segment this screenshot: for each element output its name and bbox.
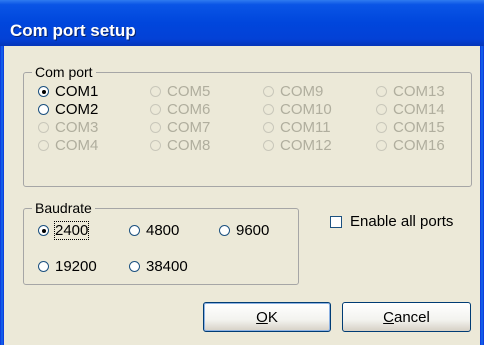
radio-com16: COM16 xyxy=(376,137,445,154)
radio-label: COM8 xyxy=(167,137,211,154)
radio-baud-4800[interactable]: 4800 xyxy=(129,222,179,239)
radio-com3: COM3 xyxy=(38,119,98,136)
radio-button-icon xyxy=(129,225,140,236)
radio-label: COM10 xyxy=(280,101,332,118)
window-frame-right xyxy=(480,46,484,345)
checkbox-unchecked-icon xyxy=(330,215,342,228)
radio-label: 38400 xyxy=(146,258,188,275)
ok-label-rest: K xyxy=(267,308,278,326)
com-port-group-label: Com port xyxy=(32,64,96,80)
radio-button-icon xyxy=(376,104,387,115)
ok-accelerator: O xyxy=(256,308,268,326)
radio-com13: COM13 xyxy=(376,83,445,100)
radio-button-icon xyxy=(150,86,161,97)
radio-label: 9600 xyxy=(236,222,270,239)
radio-button-icon xyxy=(376,86,387,97)
radio-button-icon xyxy=(263,104,274,115)
radio-button-icon xyxy=(150,122,161,133)
radio-baud-38400[interactable]: 38400 xyxy=(129,258,188,275)
radio-button-icon xyxy=(38,140,49,151)
radio-label: COM7 xyxy=(167,119,211,136)
radio-label: COM4 xyxy=(55,137,99,154)
radio-button-checked-icon xyxy=(38,86,49,97)
enable-all-ports-label: Enable all ports xyxy=(350,213,454,230)
radio-label: COM16 xyxy=(393,137,445,154)
radio-button-icon xyxy=(376,122,387,133)
radio-com6: COM6 xyxy=(150,101,210,118)
radio-label: 19200 xyxy=(55,258,97,275)
radio-button-icon xyxy=(38,261,49,272)
radio-label: COM9 xyxy=(280,83,324,100)
radio-button-icon xyxy=(38,104,49,115)
radio-button-icon xyxy=(263,140,274,151)
radio-button-icon xyxy=(150,140,161,151)
radio-baud-9600[interactable]: 9600 xyxy=(219,222,269,239)
radio-com10: COM10 xyxy=(263,101,332,118)
radio-label: COM1 xyxy=(55,83,99,100)
radio-label: COM5 xyxy=(167,83,211,100)
radio-button-icon xyxy=(150,104,161,115)
cancel-button[interactable]: Cancel xyxy=(342,302,471,332)
radio-com5: COM5 xyxy=(150,83,210,100)
com-port-group: Com port COM1 COM2 COM3 COM4 COM5 COM6 C… xyxy=(23,64,472,187)
radio-label: COM3 xyxy=(55,119,99,136)
radio-com15: COM15 xyxy=(376,119,445,136)
radio-label: COM6 xyxy=(167,101,211,118)
radio-button-checked-icon xyxy=(38,225,49,236)
radio-com9: COM9 xyxy=(263,83,323,100)
radio-com8: COM8 xyxy=(150,137,210,154)
radio-button-icon xyxy=(376,140,387,151)
radio-label: COM14 xyxy=(393,101,445,118)
radio-com1[interactable]: COM1 xyxy=(38,83,98,100)
radio-button-icon xyxy=(263,122,274,133)
cancel-label-rest: ancel xyxy=(393,308,430,326)
radio-com14: COM14 xyxy=(376,101,445,118)
radio-button-icon xyxy=(38,122,49,133)
ok-button[interactable]: OK xyxy=(203,302,331,332)
enable-all-ports-checkbox[interactable]: Enable all ports xyxy=(330,213,453,230)
baudrate-group: Baudrate 2400 4800 9600 19200 38400 xyxy=(23,200,299,285)
baudrate-group-label: Baudrate xyxy=(32,200,95,216)
com-port-setup-dialog: Com port setup Com port COM1 COM2 COM3 C… xyxy=(0,0,484,345)
title-bar[interactable]: Com port setup xyxy=(0,0,484,46)
radio-button-icon xyxy=(263,86,274,97)
radio-label: 4800 xyxy=(146,222,180,239)
window-title: Com port setup xyxy=(10,21,136,40)
radio-com4: COM4 xyxy=(38,137,98,154)
radio-com2[interactable]: COM2 xyxy=(38,101,98,118)
radio-button-icon xyxy=(129,261,140,272)
radio-com12: COM12 xyxy=(263,137,332,154)
radio-label: COM12 xyxy=(280,137,332,154)
radio-baud-19200[interactable]: 19200 xyxy=(38,258,97,275)
radio-label: COM11 xyxy=(280,119,331,136)
radio-label: COM2 xyxy=(55,101,99,118)
radio-com7: COM7 xyxy=(150,119,210,136)
radio-label: COM15 xyxy=(393,119,445,136)
cancel-accelerator: C xyxy=(383,308,394,326)
radio-label: 2400 xyxy=(53,221,90,240)
radio-button-icon xyxy=(219,225,230,236)
radio-baud-2400[interactable]: 2400 xyxy=(38,221,90,240)
radio-com11: COM11 xyxy=(263,119,331,136)
radio-label: COM13 xyxy=(393,83,445,100)
window-frame-left xyxy=(0,46,4,345)
